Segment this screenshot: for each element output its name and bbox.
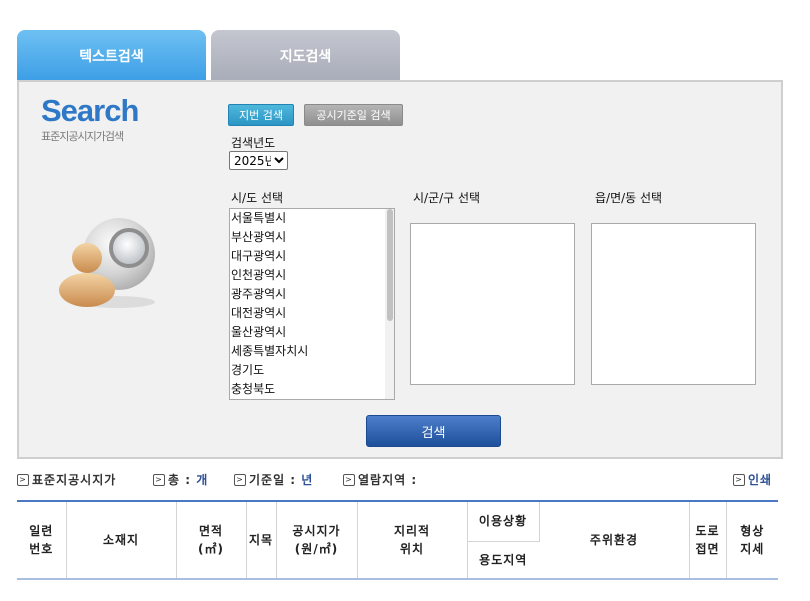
sido-option[interactable]: 인천광역시 — [230, 266, 394, 285]
tab-text-search[interactable]: 텍스트검색 — [17, 30, 206, 81]
header-road-frontage: 도로 접면 — [689, 501, 727, 579]
sido-listbox[interactable]: 서울특별시 부산광역시 대구광역시 인천광역시 광주광역시 대전광역시 울산광역… — [229, 208, 395, 400]
chevron-right-icon: > — [153, 473, 165, 486]
page: 텍스트검색 지도검색 Search 표준지공시지가검색 지번 검색 공시기준일 … — [0, 0, 810, 601]
print-label[interactable]: 인쇄 — [748, 471, 772, 488]
logo-subtitle: 표준지공시지가검색 — [41, 130, 124, 143]
info-region: > 열람지역 : — [343, 471, 417, 488]
header-zoning: 용도지역 — [479, 552, 528, 567]
search-button[interactable]: 검색 — [366, 415, 501, 447]
year-label: 검색년도 — [231, 136, 276, 150]
sido-option[interactable]: 세종특별자치시 — [230, 342, 394, 361]
info-base-date-unit: 년 — [301, 473, 314, 487]
sigungu-listbox[interactable] — [410, 223, 575, 385]
header-price: 공시지가 (원/㎡) — [276, 501, 358, 579]
sido-option[interactable]: 서울특별시 — [230, 209, 394, 228]
search-panel: Search 표준지공시지가검색 지번 검색 공시기준일 검색 검색년도 202… — [17, 80, 783, 459]
person-magnifier-illustration-icon — [59, 218, 155, 308]
sido-option[interactable]: 충청북도 — [230, 380, 394, 399]
sido-option[interactable]: 울산광역시 — [230, 323, 394, 342]
emd-label: 읍/면/동 선택 — [595, 191, 663, 205]
header-shape-terrain: 형상 지세 — [740, 524, 765, 556]
sido-option[interactable]: 대구광역시 — [230, 247, 394, 266]
chevron-right-icon: > — [343, 473, 355, 486]
print-link[interactable]: > 인쇄 — [733, 471, 772, 488]
sido-label: 시/도 선택 — [231, 191, 284, 205]
chevron-right-icon: > — [234, 473, 246, 486]
chevron-right-icon: > — [733, 473, 745, 486]
search-logo: Search 표준지공시지가검색 — [41, 93, 139, 144]
info-standard-price: > 표준지공시지가 — [17, 471, 116, 488]
info-standard-price-text: 표준지공시지가 — [32, 473, 117, 487]
sido-option[interactable]: 부산광역시 — [230, 228, 394, 247]
sido-scroll-thumb[interactable] — [387, 209, 393, 321]
info-region-label: 열람지역 : — [358, 473, 418, 487]
header-usage-status: 이용상황 — [467, 501, 540, 542]
sido-option[interactable]: 대전광역시 — [230, 304, 394, 323]
info-total-label: 총 : — [168, 473, 192, 487]
tab-map-search[interactable]: 지도검색 — [211, 30, 400, 81]
result-table: 일련 번호 소재지 면적 (㎡) 지목 공시지가 (원/㎡) 지리적 위치 이용상황 주… — [17, 500, 778, 580]
sigungu-label: 시/군/구 선택 — [413, 191, 481, 205]
chevron-right-icon: > — [17, 473, 29, 486]
info-total-unit: 개 — [196, 473, 209, 487]
header-serial: 일련 번호 — [17, 501, 67, 579]
logo-title: Search — [41, 93, 139, 128]
header-area: 면적 (㎡) — [176, 501, 247, 579]
sido-option[interactable]: 광주광역시 — [230, 285, 394, 304]
header-location: 소재지 — [66, 501, 177, 579]
info-base-date-label: 기준일 : — [249, 473, 297, 487]
year-select[interactable]: 2025년 — [229, 151, 288, 170]
info-base-date: > 기준일 : 년 — [234, 471, 313, 488]
emd-listbox[interactable] — [591, 223, 756, 385]
jibun-search-button[interactable]: 지번 검색 — [228, 104, 294, 126]
header-land-category: 지목 — [246, 501, 277, 579]
sido-scrollbar[interactable] — [385, 209, 394, 399]
header-geo-location: 지리적 위치 — [357, 501, 468, 579]
sido-option[interactable]: 경기도 — [230, 361, 394, 380]
info-total: > 총 : 개 — [153, 471, 208, 488]
header-surroundings: 주위환경 — [539, 501, 690, 579]
date-search-button[interactable]: 공시기준일 검색 — [304, 104, 403, 126]
